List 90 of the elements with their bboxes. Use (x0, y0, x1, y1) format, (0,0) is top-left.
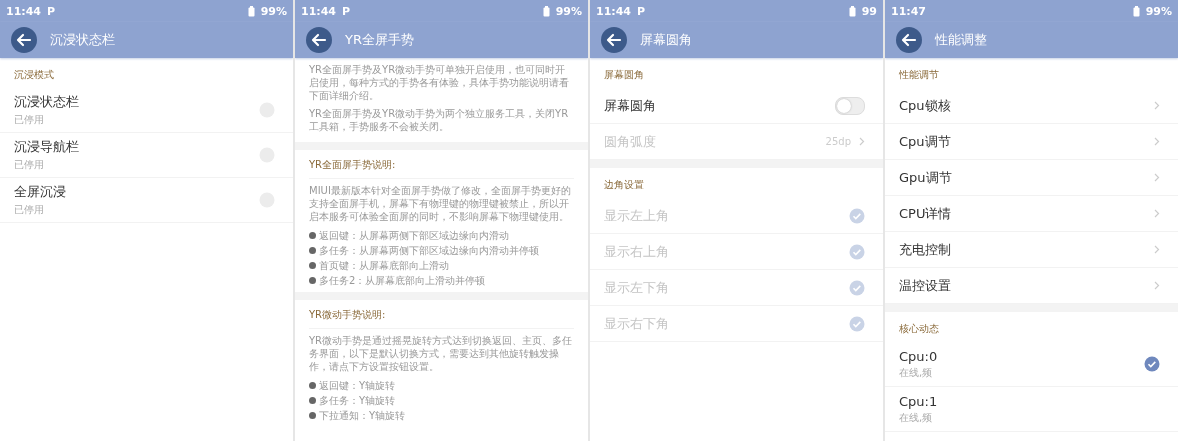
row-title: 充电控制 (899, 240, 952, 259)
row-title: Cpu调节 (899, 132, 952, 151)
paragraph: YR全面屏手势及YR微动手势为两个独立服务工具，关闭YR工具箱，手势服务不会被关闭。 (309, 107, 570, 133)
settings-row[interactable]: Cpu调节 (885, 124, 1178, 160)
chevron-icon (1154, 173, 1160, 182)
notification-icon: P (637, 4, 646, 18)
chevron-icon (859, 137, 865, 146)
notification-icon: P (342, 4, 351, 18)
row-title: 显示左下角 (604, 278, 670, 297)
row-subtitle: 已停用 (14, 203, 45, 217)
row-title: 显示左上角 (604, 206, 670, 225)
row-title: 全屏沉浸 (14, 183, 67, 201)
row-title: Cpu:1 (899, 393, 939, 409)
row-title: 显示右上角 (604, 242, 670, 261)
settings-row[interactable]: 沉浸状态栏 已停用 (0, 88, 293, 133)
bullet-icon (309, 382, 316, 389)
back-icon[interactable] (600, 26, 628, 54)
settings-row[interactable]: Gpu调节 (885, 160, 1178, 196)
settings-row[interactable]: 沉浸导航栏 已停用 (0, 133, 293, 178)
back-icon[interactable] (305, 26, 333, 54)
status-time: 11:44 (6, 4, 41, 18)
row-title: 屏幕圆角 (604, 96, 657, 115)
section-label: 屏幕圆角 (603, 68, 645, 82)
bullet-icon (309, 247, 316, 254)
settings-row[interactable]: Cpu锁核 (885, 88, 1178, 124)
bullet-icon (309, 262, 316, 269)
settings-row[interactable]: Cpu:1 在线,频 (885, 387, 1178, 432)
row-subtitle: 在线,频 (899, 410, 934, 425)
row-title: 圆角弧度 (604, 132, 657, 151)
checkbox[interactable] (1144, 356, 1160, 372)
settings-row[interactable]: Cpu:0 在线,频 (885, 342, 1178, 387)
battery-icon (247, 5, 255, 17)
bullet-text: 返回键：从屏幕两侧下部区域边缘向内滑动 (319, 228, 509, 243)
row-title: CPU详情 (899, 204, 953, 223)
row-title: Cpu:0 (899, 348, 939, 364)
back-icon[interactable] (10, 26, 38, 54)
status-time: 11:44 (301, 4, 336, 18)
bullet-icon (309, 232, 316, 239)
section-label: 边角设置 (603, 178, 645, 192)
back-icon[interactable] (895, 26, 923, 54)
battery-icon (1132, 5, 1140, 17)
row-title: 显示右下角 (604, 314, 670, 333)
section-heading: YR全面屏手势说明: (309, 150, 574, 179)
bullet-text: 下拉通知：Y轴旋转 (319, 408, 406, 423)
bullet-text: 首页键：从屏幕底部向上滑动 (319, 258, 449, 273)
chevron-icon (1154, 101, 1160, 110)
row-subtitle: 已停用 (14, 113, 45, 127)
chevron-icon (1154, 281, 1160, 290)
section-heading: YR微动手势说明: (309, 300, 574, 329)
battery-level: 99 (861, 4, 877, 18)
paragraph: YR微动手势是通过摇晃旋转方式达到切换返回、主页、多任务界面，以下是默认切换方式，需要达到其他旋转触发操作，请点下方设置按钮设置。 (309, 334, 574, 373)
bullet-icon (309, 397, 316, 404)
bullet-text: 多任务：从屏幕两侧下部区域边缘向内滑动并停顿 (319, 243, 539, 258)
settings-row[interactable]: 充电控制 (885, 232, 1178, 268)
bullet-icon (309, 412, 316, 419)
row-title: Gpu调节 (899, 168, 953, 187)
screen-title: YR全屏手势 (345, 31, 414, 49)
row-title: 温控设置 (899, 276, 952, 295)
paragraph: MIUI最新版本针对全面屏手势做了修改，全面屏手势更好的支持全面屏手机，屏幕下有物理键的物理键被禁止，所以开启本服务可体验全面屏的同时，不影响屏幕下物理键使用。 (309, 184, 572, 223)
battery-level: 99% (260, 4, 287, 18)
chevron-icon (1154, 245, 1160, 254)
screen-title: 屏幕圆角 (640, 31, 692, 49)
row-subtitle: 在线,频 (899, 365, 934, 380)
section-label: 沉浸模式 (13, 68, 55, 82)
chevron-icon (1154, 209, 1160, 218)
row-title: Cpu锁核 (899, 96, 952, 115)
chevron-icon (1154, 137, 1160, 146)
bullet-text: 多任务2：从屏幕底部向上滑动并停顿 (319, 273, 486, 288)
bullet-text: 返回键：Y轴旋转 (319, 378, 396, 393)
settings-row[interactable]: 全屏沉浸 已停用 (0, 178, 293, 223)
battery-level: 99% (555, 4, 582, 18)
toggle-switch[interactable] (835, 96, 865, 115)
section-label: 性能调节 (898, 68, 940, 82)
notification-icon: P (47, 4, 56, 18)
status-time: 11:44 (596, 4, 631, 18)
bullet-text: 多任务：Y轴旋转 (319, 393, 396, 408)
row-title: 沉浸导航栏 (14, 138, 80, 156)
row-subtitle: 已停用 (14, 158, 45, 172)
battery-icon (848, 5, 856, 17)
screen-title: 沉浸状态栏 (50, 31, 115, 49)
section-label: 核心动态 (898, 322, 940, 336)
row-title: 沉浸状态栏 (14, 93, 80, 111)
battery-icon (542, 5, 550, 17)
settings-row[interactable]: 屏幕圆角 (590, 88, 883, 124)
bullet-icon (309, 277, 316, 284)
settings-row[interactable]: CPU详情 (885, 196, 1178, 232)
status-time: 11:47 (891, 4, 926, 18)
screen-title: 性能调整 (935, 31, 987, 49)
paragraph: YR全面屏手势及YR微动手势可单独开启使用，也可同时开启使用，每种方式的手势各有体验，具体手势功能说明请看下面详细介绍。 (309, 63, 570, 102)
battery-level: 99% (1145, 4, 1172, 18)
